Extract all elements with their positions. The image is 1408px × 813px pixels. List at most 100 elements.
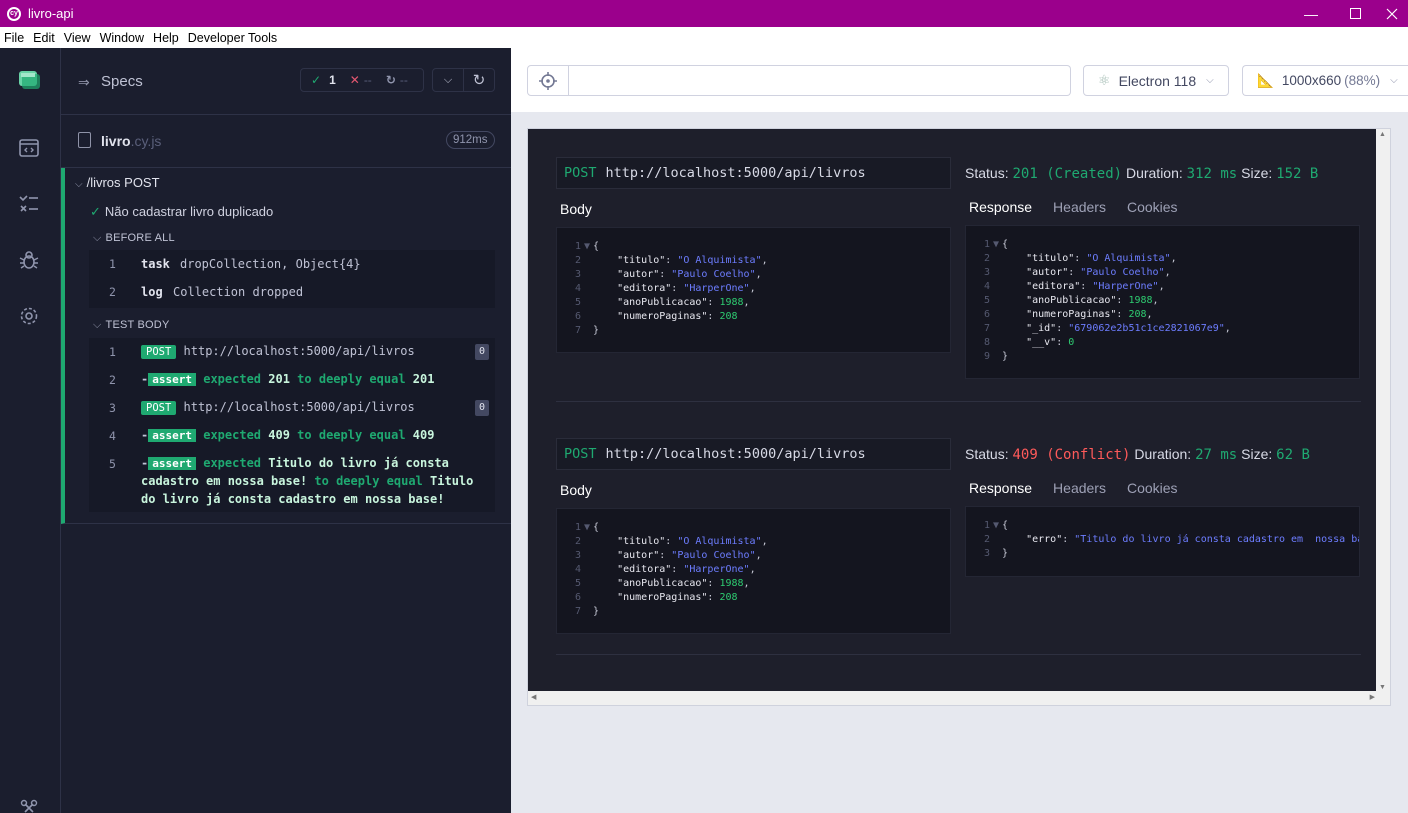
- minimize-icon[interactable]: —: [1288, 0, 1334, 27]
- pending-count: --: [399, 73, 408, 87]
- scroll-left-arrow-icon[interactable]: ◀: [531, 693, 536, 701]
- request-line: POST http://localhost:5000/api/livros: [556, 157, 951, 189]
- suite-title[interactable]: ⌵/livros POST: [75, 175, 160, 190]
- window-title: livro-api: [28, 6, 74, 21]
- app-under-test-frame: POST http://localhost:5000/api/livros St…: [527, 128, 1391, 706]
- tab-response[interactable]: Response: [969, 480, 1032, 496]
- assert-badge: assert: [148, 457, 196, 470]
- cypress-logo-icon: cy: [7, 6, 21, 21]
- browser-label: Electron 118: [1118, 72, 1197, 89]
- specs-toggle-icon[interactable]: ⇒: [78, 74, 90, 91]
- response-body-code: 1 ▼{ 2 "erro": "Titulo do livro já consta…: [965, 506, 1360, 577]
- assert-badge: assert: [148, 373, 196, 386]
- chevron-down-icon: ⌵: [93, 232, 102, 244]
- browser-window-icon[interactable]: [17, 136, 41, 160]
- menu-edit[interactable]: Edit: [29, 31, 60, 45]
- tab-response[interactable]: Response: [969, 199, 1032, 215]
- collapse-button[interactable]: ⌵: [432, 68, 464, 92]
- request-count-badge: 0: [475, 400, 489, 416]
- body-label: Body: [560, 482, 592, 498]
- test-title[interactable]: ✓ Não cadastrar livro duplicado: [90, 204, 273, 220]
- zoom-level: (88%): [1344, 73, 1381, 88]
- request-body-code: 1 ▼{ 2 "titulo": "O Alquimista", 3 "autor…: [556, 227, 951, 353]
- response-tabs: Response Headers Cookies: [969, 199, 1199, 215]
- maximize-icon[interactable]: [1332, 0, 1378, 27]
- request-url: http://localhost:5000/api/livros: [183, 344, 415, 358]
- bug-icon[interactable]: [17, 248, 41, 272]
- reporter-header: ⇒ Specs ✓ 1 ✕ -- ↻ -- ⌵ ↻: [61, 48, 511, 114]
- chevron-down-icon: ⌵: [443, 73, 453, 86]
- horizontal-scrollbar[interactable]: ◀ ▶: [528, 691, 1390, 705]
- browser-selector[interactable]: ⚛ Electron 118 ⌵: [1083, 65, 1229, 96]
- crosshair-icon: [539, 71, 557, 90]
- chevron-down-icon: ⌵: [75, 179, 83, 190]
- before-all-label[interactable]: ⌵ BEFORE ALL: [93, 232, 175, 245]
- command-row[interactable]: 5 - assert expected Titulo do livro já co…: [89, 450, 495, 512]
- request-line: POST http://localhost:5000/api/livros: [556, 438, 951, 470]
- failed-x-icon: ✕: [349, 73, 360, 87]
- keyboard-shortcut-icon[interactable]: [17, 796, 41, 813]
- refresh-icon: ↻: [472, 72, 486, 89]
- url-input[interactable]: [569, 65, 1071, 96]
- test-list-icon[interactable]: [17, 192, 41, 216]
- side-nav: [0, 48, 61, 813]
- command-row[interactable]: 1 task dropCollection, Object{4}: [89, 250, 495, 278]
- tab-cookies[interactable]: Cookies: [1127, 199, 1178, 215]
- selector-playground-button[interactable]: [527, 65, 569, 96]
- vertical-scrollbar[interactable]: ▲ ▼: [1376, 129, 1390, 693]
- viewport-size: 1000x660: [1281, 73, 1342, 88]
- test-stats: ✓ 1 ✕ -- ↻ --: [300, 68, 424, 92]
- menu-window[interactable]: Window: [96, 31, 149, 45]
- menu-developer-tools[interactable]: Developer Tools: [184, 31, 282, 45]
- request-card: POST http://localhost:5000/api/livros St…: [556, 157, 1361, 417]
- response-status-line: Status: 409 (Conflict) Duration: 27 ms S…: [965, 446, 1310, 463]
- spec-file-row: livro.cy.js 912ms: [61, 114, 511, 168]
- viewport-selector[interactable]: 📐 1000x660 (88%) ⌵: [1242, 65, 1408, 96]
- passed-count: 1: [329, 73, 336, 87]
- chevron-down-icon: ⌵: [1206, 75, 1214, 86]
- tab-headers[interactable]: Headers: [1053, 480, 1106, 496]
- before-all-commands: 1 task dropCollection, Object{4} 2 log C…: [89, 250, 495, 308]
- viewport-ruler-icon: 📐: [1257, 72, 1274, 88]
- request-count-badge: 0: [475, 344, 489, 360]
- pass-check-icon: ✓: [90, 204, 101, 219]
- menu-view[interactable]: View: [60, 31, 96, 45]
- menu-help[interactable]: Help: [149, 31, 184, 45]
- tab-cookies[interactable]: Cookies: [1127, 480, 1178, 496]
- spec-file-name[interactable]: livro.cy.js: [101, 133, 161, 149]
- scroll-down-arrow-icon[interactable]: ▼: [1379, 684, 1386, 691]
- command-row[interactable]: 1 POST http://localhost:5000/api/livros …: [89, 338, 495, 366]
- command-row[interactable]: 2 log Collection dropped: [89, 278, 495, 306]
- close-icon[interactable]: [1376, 0, 1408, 27]
- divider: [556, 401, 1361, 402]
- rerun-button[interactable]: ↻: [463, 68, 495, 92]
- test-body-label[interactable]: ⌵ TEST BODY: [93, 319, 170, 332]
- request-card: POST http://localhost:5000/api/livros St…: [556, 438, 1361, 658]
- spec-duration-badge: 912ms: [446, 131, 495, 149]
- command-row[interactable]: 2 - assert expected 201 to deeply equal 2…: [89, 366, 495, 394]
- tab-headers[interactable]: Headers: [1053, 199, 1106, 215]
- specs-label[interactable]: Specs: [101, 73, 143, 90]
- command-row[interactable]: 4 - assert expected 409 to deeply equal 4…: [89, 422, 495, 450]
- cypress-app-icon[interactable]: [17, 68, 41, 92]
- chevron-down-icon: ⌵: [1390, 75, 1398, 86]
- request-body-code: 1 ▼{ 2 "titulo": "O Alquimista", 3 "autor…: [556, 508, 951, 634]
- chevron-down-icon: ⌵: [93, 319, 102, 331]
- passed-check-icon: ✓: [311, 73, 322, 87]
- preview-toolbar: ⚛ Electron 118 ⌵ 📐 1000x660 (88%) ⌵: [511, 48, 1408, 112]
- scroll-up-arrow-icon[interactable]: ▲: [1379, 131, 1386, 138]
- electron-icon: ⚛: [1098, 72, 1111, 88]
- failed-count: --: [363, 73, 372, 87]
- response-status-line: Status: 201 (Created) Duration: 312 ms S…: [965, 165, 1319, 182]
- scroll-right-arrow-icon[interactable]: ▶: [1370, 693, 1375, 701]
- divider: [556, 654, 1361, 655]
- settings-gear-icon[interactable]: [17, 304, 41, 328]
- response-tabs: Response Headers Cookies: [969, 480, 1199, 496]
- title-bar: cy livro-api —: [0, 0, 1408, 27]
- test-body-commands: 1 POST http://localhost:5000/api/livros …: [89, 338, 495, 512]
- command-row[interactable]: 3 POST http://localhost:5000/api/livros …: [89, 394, 495, 422]
- menu-file[interactable]: File: [0, 31, 29, 45]
- body-label: Body: [560, 201, 592, 217]
- post-badge: POST: [141, 345, 177, 359]
- pending-icon: ↻: [385, 73, 396, 87]
